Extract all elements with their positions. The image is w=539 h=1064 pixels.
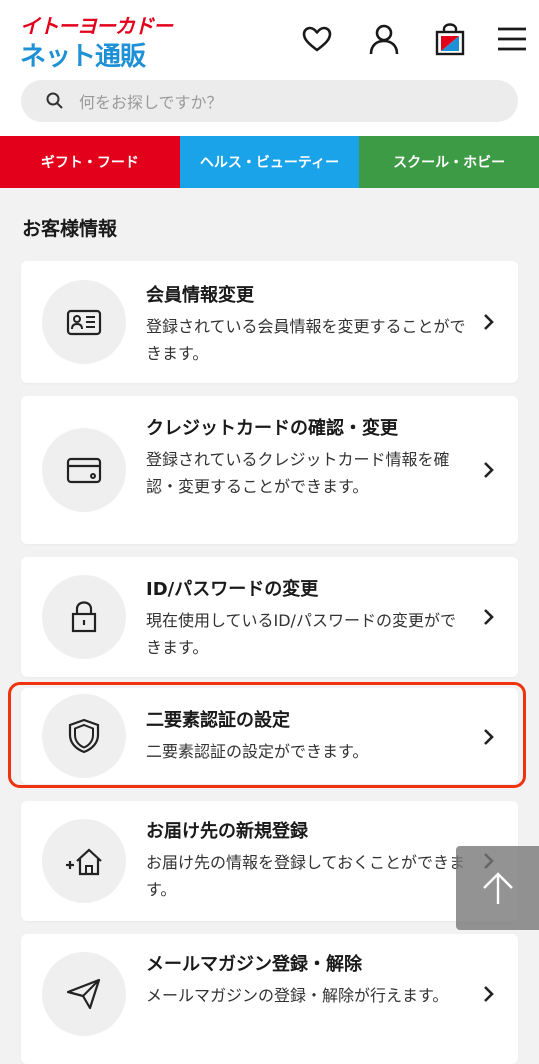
card-member-info[interactable]: 会員情報変更 登録されている会員情報を変更することができます。 — [21, 261, 518, 383]
back-to-top-button[interactable] — [456, 846, 539, 930]
card-credit-card[interactable]: クレジットカードの確認・変更 登録されているクレジットカード情報を確認・変更する… — [21, 396, 518, 544]
card-description: メールマガジンの登録・解除が行えます。 — [146, 986, 449, 1005]
search-icon — [45, 91, 65, 111]
card-description: 登録されているクレジットカード情報を確認・変更することができます。 — [146, 450, 450, 496]
tab-school-hobby[interactable]: スクール・ホビー — [359, 136, 539, 188]
card-title: お届け先の新規登録 — [146, 821, 308, 842]
search-input[interactable]: 何をお探しですか？ — [21, 80, 518, 122]
search-placeholder: 何をお探しですか？ — [79, 93, 223, 112]
tab-gift-food[interactable]: ギフト・フード — [0, 136, 180, 188]
shopping-bag-icon[interactable] — [433, 22, 467, 56]
arrow-up-icon — [482, 872, 513, 904]
card-id-password[interactable]: ID/パスワードの変更 現在使用しているID/パスワードの変更ができます。 — [21, 557, 518, 677]
card-title: ID/パスワードの変更 — [146, 579, 319, 600]
header: イトーヨーカドー ネット通販 何をお探しですか？ — [0, 0, 539, 136]
tab-health-beauty[interactable]: ヘルス・ビューティー — [179, 136, 360, 188]
add-home-icon — [42, 819, 126, 903]
card-title: クレジットカードの確認・変更 — [146, 418, 398, 439]
menu-icon[interactable] — [495, 22, 529, 56]
highlight-frame — [8, 682, 526, 788]
card-mail-magazine[interactable]: メールマガジン登録・解除 メールマガジンの登録・解除が行えます。 — [21, 934, 518, 1064]
site-logo[interactable]: イトーヨーカドー ネット通販 — [20, 10, 173, 72]
category-tabs: ギフト・フード ヘルス・ビューティー スクール・ホビー — [0, 136, 539, 188]
chevron-right-icon — [480, 312, 496, 332]
paper-plane-icon — [42, 952, 126, 1036]
card-description: お届け先の情報を登録しておくことができます。 — [146, 853, 466, 899]
chevron-right-icon — [480, 984, 496, 1004]
chevron-right-icon — [480, 460, 496, 480]
logo-bottom-text: ネット通販 — [20, 42, 146, 72]
lock-icon — [42, 575, 126, 659]
logo-top-text: イトーヨーカドー — [20, 14, 173, 38]
card-description: 現在使用しているID/パスワードの変更ができます。 — [146, 611, 456, 657]
id-card-icon — [42, 280, 126, 364]
card-title: 会員情報変更 — [146, 285, 254, 306]
chevron-right-icon — [480, 607, 496, 627]
heart-icon[interactable] — [300, 22, 334, 56]
card-description: 登録されている会員情報を変更することができます。 — [146, 317, 466, 363]
credit-card-icon — [42, 428, 126, 512]
card-title: メールマガジン登録・解除 — [146, 954, 362, 975]
card-new-delivery-address[interactable]: お届け先の新規登録 お届け先の情報を登録しておくことができます。 — [21, 801, 518, 921]
section-title: お客様情報 — [22, 218, 118, 240]
user-icon[interactable] — [367, 22, 401, 56]
